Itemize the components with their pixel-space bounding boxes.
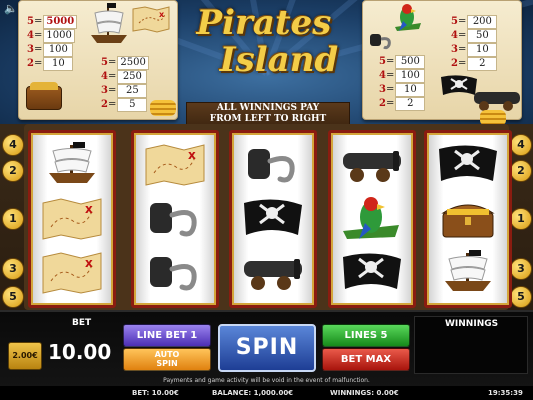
control-panel: 2.00€ BET 10.00 LINE BET 1 AUTO SPIN SPI… [0,310,533,388]
payline-left-4[interactable]: 4 [2,134,24,156]
status-balance: BALANCE: 1,000.00€ [212,389,294,397]
ship-icon [435,249,501,295]
malfunction-notice: Payments and game activity will be void … [163,377,370,384]
payline-right-5[interactable]: 5 [510,286,532,308]
pirate-flag-icon [435,141,501,187]
pirate-flag-icon [339,249,405,295]
auto-spin-label-1: AUTO [154,350,180,359]
hook-icon [370,34,391,50]
map-icon: x [39,195,105,241]
status-bet: BET: 10.00€ [132,389,179,397]
spin-button[interactable]: SPIN [218,324,316,372]
cannon-icon [240,249,306,295]
pirate-flag-icon [240,195,306,241]
lines-button[interactable]: LINES 5 [322,324,410,347]
cannon-icon [474,92,520,111]
ship-icon [91,3,127,43]
bet-value: 10.00 [48,340,112,364]
ship-icon [39,141,105,187]
coins-icon [150,100,176,116]
bet-label: BET [72,318,92,328]
map-icon: x [142,141,208,187]
reel-2: x [131,130,219,308]
map-icon: x [39,249,105,295]
paytable-left-col2: 5= 2500 4= 250 3= 25 2= 5 [101,56,149,112]
treasure-chest-icon [435,195,501,241]
parrot-icon [339,195,405,241]
payline-right-1[interactable]: 1 [510,208,532,230]
auto-spin-button[interactable]: AUTO SPIN [123,348,211,371]
game-logo: Pirates Island [196,3,339,80]
status-clock: 19:35:39 [488,389,523,397]
auto-spin-label-2: SPIN [156,359,178,368]
hook-icon [142,195,208,241]
payline-right-3[interactable]: 3 [510,258,532,280]
header-scene: 🔈 ⚙ ? 5=5000 4=1000 3=100 2=10 5=2500 4=… [0,0,533,128]
payline-right-2[interactable]: 2 [510,160,532,182]
reel-4 [328,130,416,308]
svg-text:x: x [159,10,165,19]
svg-text:x: x [85,256,93,270]
coin-value-button[interactable]: 2.00€ [8,342,42,370]
paytable-left-col1: 5= 5000 4= 1000 3= 100 2= 10 [27,15,78,71]
payline-left-3[interactable]: 3 [2,258,24,280]
paytable-right-col2: 5= 500 4= 100 3= 10 2= 2 [379,55,426,111]
paytable-right-col1: 5= 200 4= 50 3= 10 2= 2 [451,15,498,71]
sound-icon[interactable]: 🔈 [4,2,18,15]
bet-max-button[interactable]: BET MAX [322,348,410,371]
status-bar: BET: 10.00€ BALANCE: 1,000.00€ WINNINGS:… [0,386,533,400]
status-winnings: WINNINGS: 0.00€ [330,389,399,397]
parrot-icon [395,4,421,31]
treasure-chest-icon [26,82,62,110]
reel-1: xx [28,130,116,308]
hook-icon [142,249,208,295]
map-icon: x [132,6,170,33]
reel-area: 42135 42135 xxx [0,124,533,310]
payline-left-5[interactable]: 5 [2,286,24,308]
svg-text:x: x [85,202,93,216]
winnings-label: WINNINGS [445,319,499,329]
winnings-display: WINNINGS [414,316,528,374]
hook-icon [240,141,306,187]
reel-5 [424,130,512,308]
payline-left-2[interactable]: 2 [2,160,24,182]
payline-right-4[interactable]: 4 [510,134,532,156]
reel-3 [229,130,317,308]
svg-text:x: x [188,148,196,162]
cannon-icon [339,141,405,187]
line-bet-button[interactable]: LINE BET 1 [123,324,211,347]
payline-left-1[interactable]: 1 [2,208,24,230]
